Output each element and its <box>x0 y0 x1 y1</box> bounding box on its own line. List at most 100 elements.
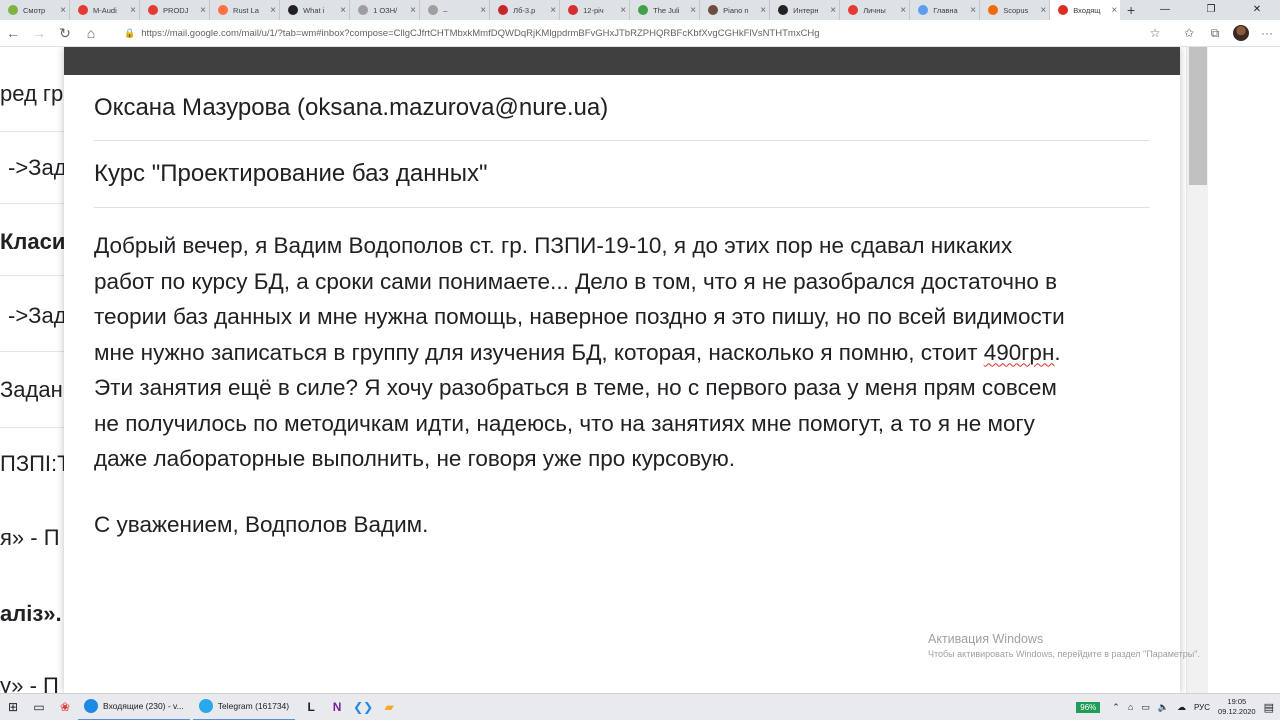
taskbar-app-edge[interactable]: Входящие (230) - v... <box>78 694 190 720</box>
onenote-icon[interactable]: N <box>324 694 350 720</box>
reload-button[interactable]: ↻ <box>52 25 78 42</box>
message-line: теории баз данных и мне нужна помощь, на… <box>94 304 1065 329</box>
page-scrollbar[interactable] <box>1186 47 1208 693</box>
home-button[interactable]: ⌂ <box>78 25 104 41</box>
tab-label: Смотр <box>23 5 46 15</box>
maximize-button[interactable]: ❐ <box>1188 0 1234 20</box>
tab-favicon-icon <box>358 5 369 15</box>
divider <box>94 207 1150 208</box>
tab-close-icon[interactable]: × <box>57 5 69 16</box>
tab-close-icon[interactable]: × <box>407 5 419 16</box>
browser-tab[interactable]: Входящ × <box>1050 0 1121 20</box>
browser-tab[interactable]: – × <box>420 0 491 20</box>
tab-close-icon[interactable]: × <box>967 5 979 16</box>
more-menu-icon[interactable]: ··· <box>1254 26 1280 40</box>
browser-tab[interactable]: M-Audi × <box>70 0 141 20</box>
message-body[interactable]: Добрый вечер, я Вадим Водополов ст. гр. … <box>94 228 1150 477</box>
compose-dialog-header <box>64 47 1180 75</box>
subject-field[interactable]: Курс "Проектирование баз данных" <box>94 160 1150 188</box>
browser-tab-strip: Смотр × M-Audi × PRODJ × Rust La × What i × 1 ОЗН/… <box>0 0 1280 20</box>
browser-tab[interactable]: PRODJ × <box>140 0 211 20</box>
tab-favicon-icon <box>708 5 719 15</box>
taskbar-app-telegram[interactable]: Telegram (161734) <box>192 694 296 720</box>
browser-tab[interactable]: 12-річ × <box>560 0 631 20</box>
battery-icon[interactable]: ▭ <box>1141 702 1150 713</box>
background-text-line: ПЗПІ:Т <box>0 451 64 476</box>
message-line: не получилось по методичкам идти, надеюс… <box>94 410 1035 436</box>
tab-close-icon[interactable]: × <box>617 5 629 16</box>
network-icon[interactable]: ⌂ <box>1128 702 1133 712</box>
tab-label: Rust La <box>233 5 259 15</box>
tab-close-icon[interactable]: × <box>757 5 769 16</box>
language-indicator[interactable]: РУС <box>1194 703 1210 712</box>
browser-tab[interactable]: The Juli × <box>630 0 701 20</box>
tab-close-icon[interactable]: × <box>827 5 839 16</box>
tab-close-icon[interactable]: × <box>127 5 139 16</box>
forward-button[interactable]: → <box>26 25 52 41</box>
tab-close-icon[interactable]: × <box>1037 5 1049 16</box>
browser-tab[interactable]: Смотр × <box>0 0 71 20</box>
taskbar-clock[interactable]: 19:05 09.12.2020 <box>1218 697 1256 717</box>
notifications-icon[interactable]: ▤ <box>1264 701 1274 714</box>
scrollbar-thumb[interactable] <box>1189 47 1207 185</box>
background-text-line: я» - П <box>0 525 60 550</box>
tab-close-icon[interactable]: × <box>477 5 489 16</box>
address-bar[interactable]: 🔒 https://mail.google.com/mail/u/1/?tab=… <box>124 22 1164 44</box>
volume-icon[interactable]: 🔈 <box>1158 702 1169 713</box>
close-window-button[interactable]: ✕ <box>1234 0 1280 20</box>
toolbar-actions: ✩ ⧉ ··· <box>1176 25 1280 41</box>
browser-tab[interactable]: Scopus × <box>980 0 1051 20</box>
tab-close-icon[interactable]: × <box>1108 5 1120 16</box>
tab-favicon-icon <box>78 5 89 15</box>
browser-tab[interactable]: Интерн × <box>770 0 841 20</box>
tab-favicon-icon <box>218 5 229 15</box>
tab-label: M-Audi <box>93 5 117 15</box>
tab-close-icon[interactable]: × <box>267 5 279 16</box>
app-circles-icon[interactable]: ❀ <box>52 694 78 720</box>
tab-favicon-icon <box>568 5 579 15</box>
task-view-icon[interactable]: ▭ <box>26 694 52 720</box>
message-line-text: мне нужно записаться в группу для изучен… <box>94 339 984 365</box>
taskbar-app-label: Telegram (161734) <box>217 701 290 711</box>
browser-tab[interactable]: Личны × <box>840 0 911 20</box>
message-line: Эти занятия ещё в силе? Я хочу разобрать… <box>94 375 1057 400</box>
collections-icon[interactable]: ⧉ <box>1202 26 1228 41</box>
divider <box>0 203 64 204</box>
tab-close-icon[interactable]: × <box>687 5 699 16</box>
browser-tab[interactable]: Piano n × <box>700 0 771 20</box>
telegram-icon <box>198 699 213 713</box>
chevron-up-icon[interactable]: ⌃ <box>1112 702 1120 713</box>
message-line: даже лабораторные выполнить, не говоря у… <box>94 446 736 471</box>
new-tab-button[interactable]: + <box>1120 0 1142 20</box>
browser-tab[interactable]: Rust La × <box>210 0 281 20</box>
favorites-icon[interactable]: ✩ <box>1176 26 1202 40</box>
system-tray: 96% ⌃ ⌂ ▭ 🔈 ☁ РУС 19:05 09.12.2020 ▤ <box>1076 694 1280 720</box>
browser-tab[interactable]: 1 ОЗН/ × <box>350 0 421 20</box>
divider <box>0 275 64 276</box>
recipient-field[interactable]: Оксана Мазурова (oksana.mazurova@nure.ua… <box>94 94 1150 122</box>
browser-tab[interactable]: What i × <box>280 0 351 20</box>
onedrive-icon[interactable]: ☁ <box>1177 702 1186 713</box>
divider <box>0 427 64 428</box>
tab-close-icon[interactable]: × <box>197 5 209 16</box>
lichess-icon[interactable]: L <box>298 694 324 720</box>
tab-label: The Juli <box>653 5 680 15</box>
tab-label: 1 ОЗН/ <box>373 5 398 15</box>
bookmark-star-icon[interactable]: ☆ <box>1146 26 1164 40</box>
browser-toolbar: ← → ↻ ⌂ 🔒 https://mail.google.com/mail/u… <box>0 20 1280 47</box>
browser-tab[interactable]: Лб-3.p × <box>490 0 561 20</box>
misspelled-word[interactable]: 490грн <box>984 340 1055 365</box>
background-text-line: у» - П <box>0 673 59 693</box>
back-button[interactable]: ← <box>0 25 26 41</box>
file-explorer-icon[interactable]: ▰ <box>376 694 402 720</box>
tab-close-icon[interactable]: × <box>897 5 909 16</box>
vscode-icon[interactable]: ❮❯ <box>350 694 376 720</box>
start-windows-icon[interactable]: ⊞ <box>0 694 26 720</box>
browser-tab[interactable]: Главна × <box>910 0 981 20</box>
tab-close-icon[interactable]: × <box>547 5 559 16</box>
battery-indicator[interactable]: 96% <box>1076 701 1101 713</box>
minimize-button[interactable]: — <box>1142 0 1188 20</box>
message-line: Добрый вечер, я Вадим Водополов ст. гр. … <box>94 233 1013 258</box>
tab-close-icon[interactable]: × <box>337 5 349 16</box>
profile-avatar[interactable] <box>1233 25 1249 41</box>
